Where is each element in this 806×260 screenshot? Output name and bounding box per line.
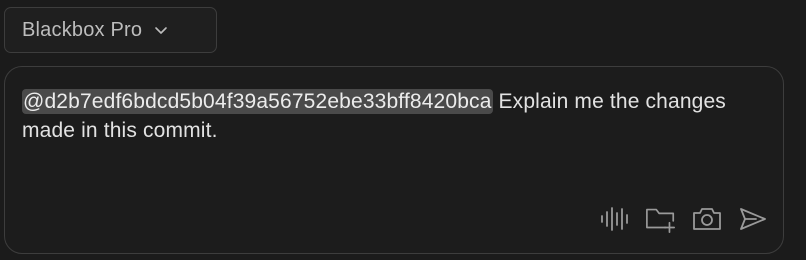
model-selector-label: Blackbox Pro (22, 18, 143, 41)
camera-icon[interactable] (691, 204, 723, 234)
prompt-composer[interactable]: @d2b7edf6bdcd5b04f39a56752ebe33bff8420bc… (4, 66, 784, 254)
voice-icon[interactable] (599, 204, 631, 234)
send-icon[interactable] (737, 204, 769, 234)
model-selector[interactable]: Blackbox Pro (4, 7, 217, 53)
chevron-down-icon (153, 22, 169, 38)
prompt-input[interactable]: @d2b7edf6bdcd5b04f39a56752ebe33bff8420bc… (22, 87, 762, 145)
composer-toolbar (599, 204, 769, 234)
add-folder-icon[interactable] (645, 204, 677, 234)
commit-mention-chip[interactable]: @d2b7edf6bdcd5b04f39a56752ebe33bff8420bc… (22, 89, 493, 114)
